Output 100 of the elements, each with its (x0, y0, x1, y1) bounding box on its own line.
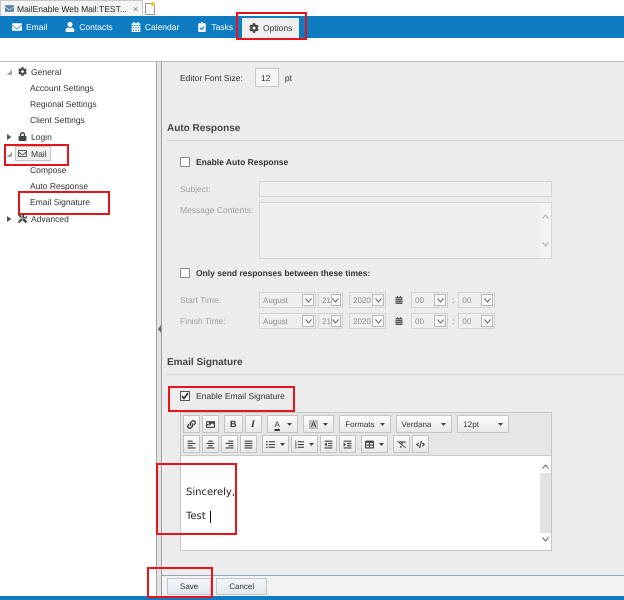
chevron-down-icon (372, 294, 384, 306)
tree-item[interactable]: Account Settings (27, 80, 98, 96)
field-label: Subject: (180, 183, 212, 196)
scroll-up-icon[interactable] (542, 464, 549, 469)
tree-item[interactable]: Auto Response (27, 178, 92, 194)
image-button[interactable] (202, 415, 219, 433)
checkbox[interactable] (180, 390, 190, 400)
align-right-icon (225, 440, 234, 448)
clear-formatting-icon (397, 440, 406, 448)
align-center-icon (206, 440, 215, 448)
tree-arrow-icon[interactable] (6, 216, 12, 222)
footer-button[interactable]: Save (167, 578, 212, 594)
calendar-icon (130, 22, 141, 32)
checkbox-label: Enable Auto Response (196, 156, 288, 166)
outdent-button[interactable] (320, 435, 337, 453)
bullet-list-button[interactable] (262, 435, 289, 453)
field-label: Finish Time: (180, 315, 227, 328)
italic-button[interactable]: I (244, 415, 262, 433)
person-icon (65, 22, 76, 32)
dropdown-select[interactable]: 12pt (457, 415, 510, 433)
signature-text: Sincerely, (186, 486, 236, 500)
nav-tab[interactable]: Tasks (188, 16, 242, 38)
envelope-icon (12, 22, 22, 32)
numbered-list-icon (295, 440, 304, 448)
indent-icon (343, 440, 352, 448)
menu-button[interactable]: Formats (339, 415, 391, 433)
nav-tab[interactable]: Contacts (56, 16, 122, 38)
align-left-button[interactable] (183, 435, 200, 453)
scroll-up-icon (542, 214, 549, 220)
tree-item[interactable]: Client Settings (27, 112, 89, 128)
chevron-down-icon (302, 294, 314, 306)
footer-button[interactable]: Cancel (216, 578, 268, 594)
nav-tab[interactable]: Calendar (122, 16, 188, 38)
tools-icon (18, 214, 27, 223)
code-icon (416, 440, 425, 448)
message-field[interactable] (259, 202, 552, 259)
gear-icon (18, 67, 27, 76)
chevron-down-icon (302, 315, 314, 327)
checkbox[interactable] (180, 268, 190, 278)
tree-item[interactable]: Email Signature (27, 194, 94, 210)
align-center-button[interactable] (202, 435, 219, 453)
tree-item[interactable]: Regional Settings (27, 96, 101, 112)
tree-item[interactable]: Mail (15, 146, 51, 161)
chevron-down-icon (434, 294, 446, 306)
tree-item[interactable]: Advanced (15, 211, 73, 226)
code-button[interactable] (412, 435, 429, 453)
outdent-icon (324, 440, 333, 448)
lock-icon (18, 132, 27, 141)
font-size-field[interactable]: 12 (254, 68, 279, 87)
tab-title: MailEnable Web Mail:TEST... (17, 4, 127, 14)
browser-tab[interactable]: MailEnable Web Mail:TEST... × (0, 0, 144, 16)
time-separator: : (452, 295, 454, 305)
field-label: Editor Font Size: (180, 72, 243, 82)
tree-arrow-icon[interactable] (6, 150, 12, 156)
new-page-icon[interactable] (145, 2, 156, 14)
tree-item[interactable]: Compose (27, 162, 70, 178)
close-tab-button[interactable]: × (132, 4, 138, 14)
clear-format-button[interactable] (393, 435, 410, 453)
clipboard-check-icon (197, 22, 208, 32)
envelope-icon (18, 149, 27, 158)
chevron-down-icon (330, 294, 341, 306)
text-color-button[interactable]: A (266, 415, 298, 433)
justify-button[interactable] (240, 435, 257, 453)
nav-tab[interactable]: Options (242, 18, 300, 38)
calendar-icon[interactable] (395, 296, 403, 304)
tree-arrow-icon[interactable] (6, 134, 12, 140)
align-justify-icon (244, 440, 253, 448)
chevron-down-icon (481, 315, 494, 327)
signature-text: Test (186, 510, 206, 524)
unit-label: pt (284, 72, 292, 82)
link-button[interactable] (183, 415, 200, 433)
dropdown-select[interactable]: Verdana (396, 415, 452, 433)
tree-item[interactable]: General (15, 64, 66, 79)
scrollbar-thumb[interactable] (540, 473, 551, 533)
time-separator: : (452, 316, 454, 326)
calendar-icon[interactable] (395, 317, 403, 325)
checkbox-label: Only send responses between these times: (196, 268, 370, 278)
scroll-down-icon[interactable] (542, 537, 549, 542)
section-heading: Auto Response (166, 122, 240, 136)
chevron-down-icon (434, 315, 446, 327)
chevron-down-icon (372, 315, 384, 327)
align-right-button[interactable] (221, 435, 238, 453)
field-label: Message Contents: (180, 204, 254, 217)
bold-button[interactable]: B (224, 415, 242, 433)
section-heading: Email Signature (166, 356, 243, 370)
chevron-down-icon (481, 294, 494, 306)
tree-item[interactable]: Login (15, 129, 56, 144)
numbered-list-button[interactable] (291, 435, 318, 453)
checkbox[interactable] (180, 156, 190, 166)
background-color-button[interactable]: A (302, 415, 334, 433)
image-icon (206, 420, 215, 428)
link-icon (187, 420, 196, 428)
gear-icon (249, 23, 260, 33)
checkbox-label: Enable Email Signature (196, 390, 285, 400)
table-icon (365, 440, 374, 448)
indent-button[interactable] (339, 435, 356, 453)
bulleted-list-icon (266, 440, 275, 448)
table-button[interactable] (361, 435, 388, 453)
nav-tab[interactable]: Email (3, 16, 56, 38)
envelope-icon (5, 4, 14, 13)
